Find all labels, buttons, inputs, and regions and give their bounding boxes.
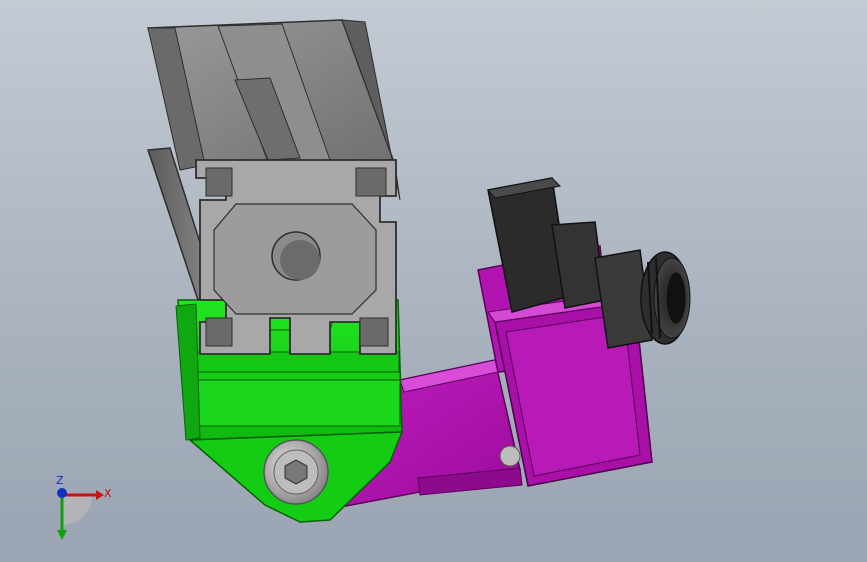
extrusion-pocket-tl (205, 167, 233, 197)
triad-quarter-disc (62, 495, 92, 525)
triad-z-axis (57, 488, 67, 498)
extrusion-center-bore-inner (280, 240, 320, 280)
triad-z-label: Z (56, 474, 64, 487)
bracket-rivet (499, 445, 521, 467)
clamp-side (175, 303, 201, 441)
camera-lens-glass (665, 271, 687, 325)
orientation-triad: X Z (56, 474, 112, 540)
extrusion-pocket-bl (205, 317, 233, 347)
extrusion-pocket-br (359, 317, 389, 347)
triad-x-arrow (96, 490, 104, 500)
clamp-ridge (187, 379, 401, 427)
socket-head-bolt[interactable] (263, 439, 329, 505)
cad-model-scene[interactable]: X Z (0, 0, 867, 562)
triad-x-label: X (104, 487, 112, 500)
extrusion-pocket-tr (355, 167, 387, 197)
clamp-ridge (184, 351, 400, 373)
cad-viewport[interactable]: X Z (0, 0, 867, 562)
triad-y-arrow (57, 530, 67, 540)
